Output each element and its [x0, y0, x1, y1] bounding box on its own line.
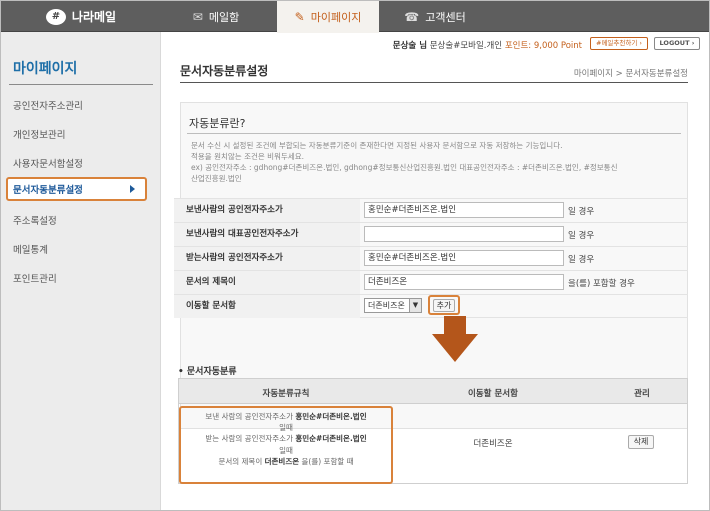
points-label: 포인트: — [504, 41, 532, 51]
explanation-line: 문서 수신 시 설정된 조건에 부합되는 자동분류기준이 존재한다면 지정된 사… — [191, 141, 563, 150]
sender-rep-address-input[interactable] — [364, 226, 564, 242]
form-suffix: 일 경우 — [568, 255, 595, 265]
chevron-right-icon — [130, 185, 135, 193]
recipient-address-input[interactable]: 홍민순#더존비즈온.법인 — [364, 250, 564, 266]
sidebar-item-mail-stats[interactable]: 메일통계 — [13, 242, 48, 256]
rule-text: 받는 사람의 공인전자주소가 — [205, 434, 296, 444]
explanation-line: ex) 공인전자주소 : gdhong#더존비즈온.법인, gdhong#정보통… — [191, 163, 618, 172]
target-folder-value: 더존비즈온 — [368, 301, 405, 310]
column-header-manage: 관리 — [634, 389, 650, 399]
user-info: 문상술 님 문상술#모바일.개인 포인트: 9,000 Point — [393, 39, 582, 51]
rule-text: 보낸 사람의 공인전자주소가 — [205, 412, 296, 421]
sidebar-item-address-book[interactable]: 주소록설정 — [13, 213, 57, 227]
explanation-line: 산업진흥원.법인 — [191, 174, 242, 183]
form-label: 보낸사람의 공인전자주소가 — [174, 199, 360, 222]
subject-input[interactable]: 더존비즈온 — [364, 274, 564, 290]
recommend-button[interactable]: #메일추천하기 › — [590, 37, 648, 50]
sidebar-item-points[interactable]: 포인트관리 — [13, 271, 57, 285]
tab-mailbox[interactable]: ✉ 메일함 — [161, 1, 271, 32]
breadcrumb: 마이페이지 > 문서자동분류설정 — [573, 69, 688, 79]
sidebar-item-auto-classify[interactable]: 문서자동분류설정 — [6, 177, 147, 201]
column-header-rule: 자동분류규칙 — [262, 389, 310, 399]
logo[interactable]: # 나라메일 — [1, 1, 161, 32]
explanation-line: 적용을 원치않는 조건은 비워두세요. — [191, 152, 305, 161]
envelope-icon: ✉ — [192, 9, 203, 24]
rule-line: 문서의 제목이 더존비즈온 을(를) 포함할 때 — [181, 456, 391, 467]
rule-value: 홍민순#더존비온.법인 — [295, 434, 367, 444]
column-header-folder: 이동할 문서함 — [468, 389, 518, 399]
add-button[interactable]: 추가 — [433, 299, 455, 312]
rule-line: 일때 — [279, 445, 293, 455]
arrow-down-icon — [432, 316, 478, 362]
sidebar-item-certified-address[interactable]: 공인전자주소관리 — [13, 98, 83, 112]
form-label: 보낸사람의 대표공인전자주소가 — [174, 223, 360, 246]
form-label: 문서의 제목이 — [174, 271, 360, 294]
sidebar-title: 마이페이지 — [13, 61, 78, 77]
sidebar-divider — [9, 84, 153, 85]
form-suffix: 일 경우 — [568, 231, 595, 241]
tab-mypage[interactable]: ✎ 마이페이지 — [277, 1, 379, 33]
rule-value: 홍민순#더존비온.법인 — [295, 412, 367, 421]
user-name: 문상술 님 — [392, 41, 428, 51]
tab-customer-center[interactable]: ☎ 고객센터 — [385, 1, 485, 32]
form-suffix: 일 경우 — [568, 207, 595, 217]
form-label: 받는사람의 공인전자주소가 — [174, 247, 360, 270]
rules-table-header: 자동분류규칙 이동할 문서함 관리 — [179, 379, 687, 404]
title-divider — [180, 82, 688, 83]
user-account: 문상술#모바일.개인 — [429, 41, 503, 51]
pencil-icon: ✎ — [294, 10, 305, 24]
rule-text: 을(를) 포함할 때 — [299, 456, 354, 466]
rule-line: 받는 사람의 공인전자주소가 홍민순#더존비온.법인 — [181, 433, 391, 444]
logo-mark-icon: # — [45, 8, 66, 25]
chevron-down-icon: ▼ — [409, 299, 421, 312]
sender-address-input[interactable]: 홍민순#더존비즈온.법인 — [364, 202, 564, 218]
rules-table: 자동분류규칙 이동할 문서함 관리 보낸 사람의 공인전자주소가 홍민순#더존비… — [178, 378, 688, 484]
form-label: 이동할 문서함 — [174, 295, 360, 318]
rule-line: 보낸 사람의 공인전자주소가 홍민순#더존비온.법인 — [181, 411, 391, 422]
rule-folder: 더존비즈온 — [473, 439, 513, 449]
form-row-sender-rep-address: 보낸사람의 대표공인전자주소가 일 경우 — [174, 222, 688, 246]
tab-mailbox-label: 메일함 — [208, 10, 240, 24]
sidebar-item-user-folder[interactable]: 사용자문서함설정 — [13, 156, 83, 170]
points-value: 9,000 Point — [533, 41, 582, 51]
sidebar: 마이페이지 공인전자주소관리 개인정보관리 사용자문서함설정 문서자동분류설정 … — [1, 32, 161, 510]
rule-value: 더존비즈온 — [264, 456, 300, 466]
target-folder-select[interactable]: 더존비즈온 ▼ — [364, 298, 422, 313]
form-suffix: 을(를) 포함할 경우 — [568, 279, 635, 289]
top-nav: # 나라메일 ✉ 메일함 ✎ 마이페이지 ☎ 고객센터 — [1, 1, 709, 33]
delete-button[interactable]: 삭제 — [628, 435, 654, 449]
tab-customer-center-label: 고객센터 — [425, 10, 466, 24]
explanation-divider — [187, 133, 681, 134]
phone-icon: ☎ — [404, 9, 420, 24]
form-row-subject: 문서의 제목이 더존비즈온 을(를) 포함할 경우 — [174, 270, 688, 294]
tab-mypage-label: 마이페이지 — [310, 11, 362, 24]
logout-button[interactable]: LOGOUT › — [654, 37, 700, 50]
form-row-sender-address: 보낸사람의 공인전자주소가 홍민순#더존비즈온.법인 일 경우 — [174, 198, 688, 222]
logo-text: 나라메일 — [71, 10, 117, 24]
rule-text: 문서의 제목이 — [218, 456, 265, 466]
sidebar-item-personal-info[interactable]: 개인정보관리 — [13, 127, 65, 141]
explanation-text: 문서 수신 시 설정된 조건에 부합되는 자동분류기준이 존재한다면 지정된 사… — [191, 140, 681, 184]
add-button-highlight: 추가 — [428, 295, 460, 315]
section-title: • 문서자동분류 — [178, 367, 237, 377]
rule-line: 일때 — [279, 423, 293, 433]
form-row-recipient-address: 받는사람의 공인전자주소가 홍민순#더존비즈온.법인 일 경우 — [174, 246, 688, 270]
rule-description: 보낸 사람의 공인전자주소가 홍민순#더존비온.법인 일때 받는 사람의 공인전… — [179, 406, 393, 484]
user-bar: 문상술 님 문상술#모바일.개인 포인트: 9,000 Point #메일추천하… — [160, 34, 708, 54]
form-row-target-folder: 이동할 문서함 더존비즈온 ▼ 추가 — [174, 294, 688, 318]
page-title: 문서자동분류설정 — [180, 64, 269, 78]
sidebar-item-label: 문서자동분류설정 — [13, 185, 83, 196]
explanation-heading: 자동분류란? — [189, 117, 246, 130]
